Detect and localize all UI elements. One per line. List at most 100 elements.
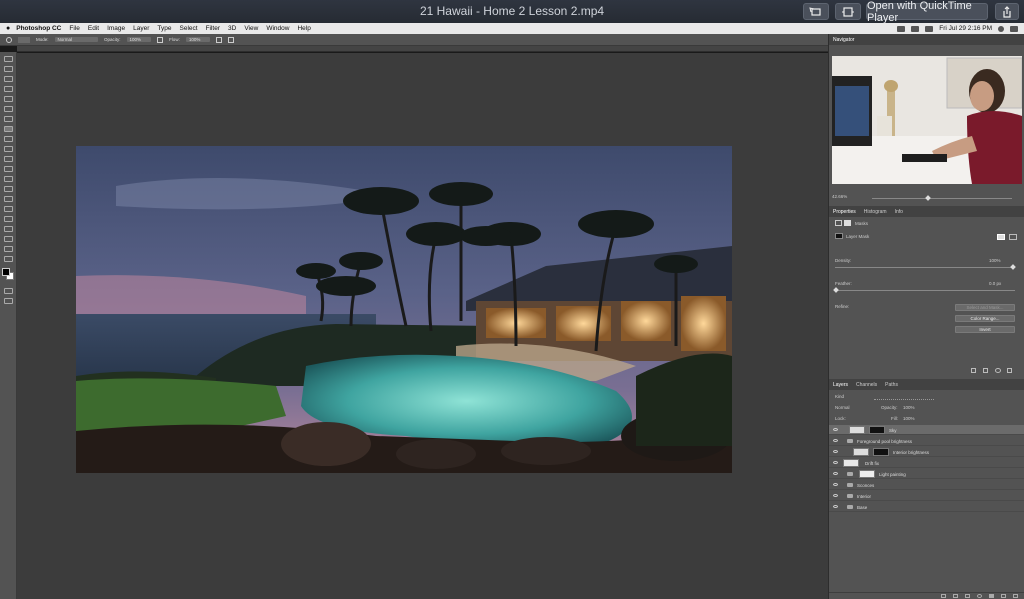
layer-name[interactable]: Base [857,505,867,510]
menu-type[interactable]: Type [157,25,171,32]
brush-icon[interactable] [6,36,12,43]
density-handle[interactable] [1010,264,1016,270]
navigator-preview[interactable] [832,56,1022,184]
brush-tool-icon[interactable] [3,126,13,132]
apple-menu-icon[interactable]: ● [6,25,10,32]
gradient-tool-icon[interactable] [3,166,13,172]
invert-button[interactable]: Invert [955,326,1015,333]
eye-icon[interactable] [833,428,838,431]
layer-name[interactable]: Drift fix [865,461,879,466]
eye-icon[interactable] [833,450,838,453]
hand-tool-icon[interactable] [3,236,13,242]
tab-histogram[interactable]: Histogram [864,209,887,215]
quick-mask-icon[interactable] [3,288,13,294]
more-tools-icon[interactable] [3,256,13,262]
menu-image[interactable]: Image [107,25,125,32]
pen-tool-icon[interactable] [3,196,13,202]
new-group-icon[interactable] [989,594,994,598]
pixel-mask-icon[interactable] [997,234,1005,240]
layer-style-icon[interactable] [953,594,958,598]
menu-select[interactable]: Select [180,25,198,32]
navigator-zoom-slider[interactable] [872,198,1012,199]
menu-view[interactable]: View [244,25,258,32]
layer-row-base[interactable]: Base [829,502,1024,512]
feather-value[interactable]: 0.0 px [989,281,1001,286]
wifi-icon[interactable] [897,25,906,32]
color-range-button[interactable]: Color Range... [955,315,1015,322]
zoom-tool-icon[interactable] [3,246,13,252]
layer-mask-thumbnail[interactable] [873,448,889,456]
shape-tool-icon[interactable] [3,226,13,232]
new-layer-icon[interactable] [1001,594,1006,598]
tab-layers[interactable]: Layers [833,382,848,388]
vector-mask-icon[interactable] [1009,234,1017,240]
search-icon[interactable] [998,25,1004,32]
menu-filter[interactable]: Filter [206,25,220,32]
screen-mode-icon[interactable] [3,298,13,304]
menu-edit[interactable]: Edit [88,25,99,32]
layer-row-light-painting[interactable]: Light painting [829,469,1024,479]
document-image[interactable] [76,146,732,473]
rotate-button[interactable] [803,3,829,20]
menu-layer[interactable]: Layer [133,25,149,32]
layer-filter-kind[interactable]: Kind [835,394,844,399]
link-layers-icon[interactable] [941,594,946,598]
tab-paths[interactable]: Paths [885,382,898,388]
layer-row-drift-fix[interactable]: Drift fix [829,458,1024,468]
menu-list-icon[interactable] [1010,25,1018,32]
layer-row-interior[interactable]: Interior [829,491,1024,501]
layer-name[interactable]: Interior brightness [893,450,929,455]
adjustment-layer-icon[interactable] [977,594,982,598]
pressure-opacity-icon[interactable] [157,36,164,43]
apply-mask-icon[interactable] [983,368,988,373]
add-mask-icon[interactable] [965,594,970,598]
eyedropper-tool-icon[interactable] [3,106,13,112]
layer-name[interactable]: Sky [889,428,897,433]
layer-opacity-value[interactable]: 100% [903,405,915,410]
quick-select-tool-icon[interactable] [3,86,13,92]
layer-row-interior-brightness[interactable]: Interior brightness [829,447,1024,457]
layer-row-sky[interactable]: Sky [829,425,1024,435]
eraser-tool-icon[interactable] [3,156,13,162]
layer-mask-thumbnail[interactable] [859,470,875,478]
eye-icon[interactable] [833,494,838,497]
load-selection-icon[interactable] [971,368,976,373]
tab-properties[interactable]: Properties [833,209,856,215]
path-select-tool-icon[interactable] [3,216,13,222]
type-tool-icon[interactable] [3,206,13,212]
menu-3d[interactable]: 3D [228,25,236,32]
navigator-zoom-value[interactable]: 42.66% [832,194,847,199]
delete-layer-icon[interactable] [1013,594,1018,598]
crop-tool-icon[interactable] [3,96,13,102]
move-tool-icon[interactable] [3,56,13,62]
eye-icon[interactable] [833,461,838,464]
layer-name[interactable]: Foreground pool brightness [857,439,912,444]
density-slider[interactable] [835,267,1015,268]
layer-name[interactable]: Sconces [857,483,874,488]
mask-visibility-icon[interactable] [995,368,1001,373]
menu-help[interactable]: Help [297,25,310,32]
eye-icon[interactable] [833,483,838,486]
lasso-tool-icon[interactable] [3,76,13,82]
layer-row-sconces[interactable]: Sconces [829,480,1024,490]
document-canvas[interactable] [17,53,828,599]
menu-clock[interactable]: Fri Jul 29 2:16 PM [939,25,992,32]
layer-name[interactable]: Interior [857,494,871,499]
eye-icon[interactable] [833,439,838,442]
app-menu[interactable]: Photoshop CC [16,25,61,32]
foreground-color-swatch[interactable] [2,268,10,276]
fill-value[interactable]: 100% [903,416,915,421]
flow-field[interactable]: 100% [185,37,211,42]
navigator-zoom-handle[interactable] [925,195,931,201]
mode-select[interactable]: Normal [54,37,99,42]
marquee-tool-icon[interactable] [3,66,13,72]
battery-icon[interactable] [925,25,934,32]
open-with-quicktime-button[interactable]: Open with QuickTime Player [866,0,988,24]
dodge-tool-icon[interactable] [3,186,13,192]
blend-mode-select[interactable]: Normal [835,405,850,410]
clone-stamp-tool-icon[interactable] [3,136,13,142]
layer-name[interactable]: Light painting [879,472,906,477]
blur-tool-icon[interactable] [3,176,13,182]
history-brush-tool-icon[interactable] [3,146,13,152]
menu-file[interactable]: File [69,25,79,32]
